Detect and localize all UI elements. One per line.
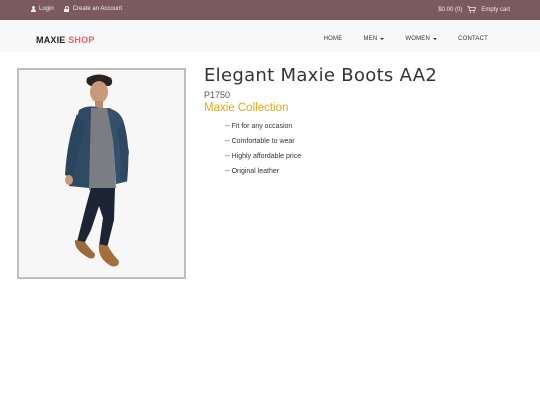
- nav-item-label: WOMEN: [405, 36, 431, 42]
- user-icon: [30, 6, 36, 12]
- product-photo[interactable]: [17, 68, 186, 279]
- create-account-label: Create an Account: [72, 6, 123, 12]
- nav-item-contact[interactable]: CONTACT: [458, 36, 488, 42]
- brand-name: MAXIE: [36, 35, 66, 45]
- account-links: Login Create an Account: [30, 6, 122, 12]
- login-link[interactable]: Login: [30, 6, 54, 12]
- caret-down-icon: [433, 38, 438, 40]
- nav-menu: HOME MEN WOMEN CONTACT: [303, 36, 488, 42]
- top-bar: Login Create an Account $0.00 (0) Empty …: [0, 0, 540, 20]
- login-label: Login: [39, 6, 54, 12]
- cart-status: Empty cart: [481, 6, 510, 13]
- nav-item-label: HOME: [323, 36, 343, 42]
- feature-item: -- Highly affordable price: [225, 153, 302, 160]
- feature-item: -- Original leather: [225, 168, 280, 175]
- cart-icon: [467, 6, 477, 13]
- feature-item: -- Comfortable to wear: [225, 138, 295, 145]
- product-collection: Maxie Collection: [204, 102, 289, 114]
- nav-item-home[interactable]: HOME: [324, 36, 343, 42]
- nav-item-label: MEN: [363, 36, 378, 42]
- lock-icon: [64, 6, 70, 12]
- brand-shop: SHOP: [68, 35, 95, 45]
- product-price: P1750: [204, 90, 231, 100]
- main-navbar: MAXIE SHOP HOME MEN WOMEN CONTACT: [0, 20, 540, 52]
- cart-summary[interactable]: $0.00 (0) Empty cart: [438, 6, 510, 13]
- nav-item-label: CONTACT: [458, 36, 488, 42]
- nav-item-men[interactable]: MEN: [363, 36, 385, 42]
- caret-down-icon: [380, 38, 385, 40]
- cart-total: $0.00 (0): [438, 6, 463, 13]
- feature-item: -- Fit for any occasion: [225, 123, 293, 130]
- product-photo-illustration: [19, 70, 184, 277]
- product-title: Elegant Maxie Boots AA2: [204, 65, 438, 86]
- create-account-link[interactable]: Create an Account: [64, 6, 122, 12]
- nav-item-women[interactable]: WOMEN: [405, 36, 438, 42]
- brand-logo[interactable]: MAXIE SHOP: [36, 35, 95, 45]
- product-features: -- Fit for any occasion -- Comfortable t…: [225, 122, 301, 182]
